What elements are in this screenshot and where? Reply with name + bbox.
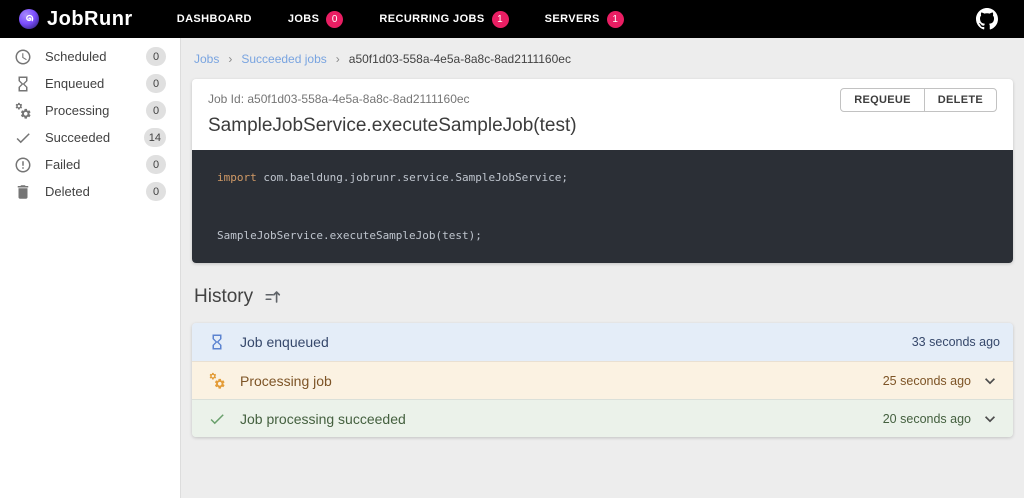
jobs-count-badge: 0 — [326, 11, 343, 28]
hourglass-icon — [208, 333, 226, 351]
nav-item-jobs[interactable]: JOBS 0 — [288, 11, 344, 28]
error-icon — [14, 156, 32, 174]
code-line-call: SampleJobService.executeSampleJob(test); — [217, 221, 988, 250]
nav-label: JOBS — [288, 13, 320, 25]
requeue-button[interactable]: REQUEUE — [841, 89, 924, 111]
history-row-label: Processing job — [240, 373, 332, 389]
history-row-succeeded[interactable]: Job processing succeeded 20 seconds ago — [192, 399, 1013, 437]
check-icon — [14, 129, 32, 147]
brand[interactable]: JobRunr — [18, 8, 133, 31]
servers-count-badge: 1 — [607, 11, 624, 28]
brand-name: JobRunr — [47, 8, 133, 31]
breadcrumb-link-jobs[interactable]: Jobs — [194, 52, 219, 66]
sidebar-item-processing[interactable]: Processing 0 — [0, 97, 180, 124]
sidebar-item-failed[interactable]: Failed 0 — [0, 151, 180, 178]
count-badge: 0 — [146, 47, 166, 66]
sidebar: Scheduled 0 Enqueued 0 Processing 0 Succ… — [0, 38, 181, 498]
history-row-label: Job enqueued — [240, 334, 329, 350]
count-badge: 0 — [146, 74, 166, 93]
history-row-processing[interactable]: Processing job 25 seconds ago — [192, 361, 1013, 399]
breadcrumb-link-succeeded-jobs[interactable]: Succeeded jobs — [241, 52, 326, 66]
job-code-block: import com.baeldung.jobrunr.service.Samp… — [192, 150, 1013, 263]
sidebar-item-label: Enqueued — [45, 76, 104, 91]
top-navbar: JobRunr DASHBOARD JOBS 0 RECURRING JOBS … — [0, 0, 1024, 38]
nav-item-servers[interactable]: SERVERS 1 — [545, 11, 624, 28]
job-actions: REQUEUE DELETE — [840, 88, 997, 112]
breadcrumb-separator: › — [336, 52, 340, 66]
history-row-label: Job processing succeeded — [240, 411, 406, 427]
history-list: Job enqueued 33 seconds ago Processing j… — [192, 323, 1013, 437]
job-detail-card: Job Id: a50f1d03-558a-4e5a-8a8c-8ad21111… — [192, 79, 1013, 263]
code-line-blank — [217, 192, 988, 221]
check-icon — [208, 410, 226, 428]
sidebar-item-succeeded[interactable]: Succeeded 14 — [0, 124, 180, 151]
breadcrumb: Jobs › Succeeded jobs › a50f1d03-558a-4e… — [192, 52, 1013, 66]
recurring-jobs-count-badge: 1 — [492, 11, 509, 28]
nav-item-recurring-jobs[interactable]: RECURRING JOBS 1 — [379, 11, 508, 28]
sidebar-item-enqueued[interactable]: Enqueued 0 — [0, 70, 180, 97]
sidebar-item-label: Scheduled — [45, 49, 106, 64]
main-content: Jobs › Succeeded jobs › a50f1d03-558a-4e… — [181, 38, 1024, 498]
sidebar-item-scheduled[interactable]: Scheduled 0 — [0, 43, 180, 70]
nav-item-dashboard[interactable]: DASHBOARD — [177, 13, 252, 25]
sidebar-item-label: Failed — [45, 157, 80, 172]
hourglass-icon — [14, 75, 32, 93]
cogs-icon — [208, 372, 226, 390]
sidebar-item-label: Succeeded — [45, 130, 110, 145]
count-badge: 0 — [146, 101, 166, 120]
nav-label: DASHBOARD — [177, 13, 252, 25]
delete-button[interactable]: DELETE — [924, 89, 996, 111]
chevron-down-icon[interactable] — [980, 371, 1000, 391]
cogs-icon — [14, 102, 32, 120]
count-badge: 0 — [146, 182, 166, 201]
code-line-import: import com.baeldung.jobrunr.service.Samp… — [217, 163, 988, 192]
sidebar-item-label: Deleted — [45, 184, 90, 199]
history-row-enqueued: Job enqueued 33 seconds ago — [192, 323, 1013, 361]
nav-label: RECURRING JOBS — [379, 13, 484, 25]
history-header: History — [192, 286, 1013, 308]
job-title: SampleJobService.executeSampleJob(test) — [208, 115, 997, 137]
history-row-time: 25 seconds ago — [883, 374, 971, 388]
sidebar-item-deleted[interactable]: Deleted 0 — [0, 178, 180, 205]
history-title: History — [194, 286, 253, 308]
chevron-down-icon[interactable] — [980, 409, 1000, 429]
job-card-header: Job Id: a50f1d03-558a-4e5a-8a8c-8ad21111… — [192, 79, 1013, 150]
history-row-time: 33 seconds ago — [912, 335, 1000, 349]
sort-ascending-icon[interactable] — [264, 288, 282, 306]
jobrunr-logo-icon — [18, 8, 40, 30]
breadcrumb-separator: › — [228, 52, 232, 66]
history-row-time: 20 seconds ago — [883, 412, 971, 426]
breadcrumb-current-job-id: a50f1d03-558a-4e5a-8a8c-8ad2111160ec — [349, 52, 571, 66]
trash-icon — [14, 183, 32, 201]
count-badge: 14 — [144, 128, 166, 147]
count-badge: 0 — [146, 155, 166, 174]
nav-items: DASHBOARD JOBS 0 RECURRING JOBS 1 SERVER… — [177, 11, 624, 28]
clock-icon — [14, 48, 32, 66]
nav-label: SERVERS — [545, 13, 600, 25]
github-icon[interactable] — [976, 8, 998, 30]
sidebar-item-label: Processing — [45, 103, 109, 118]
